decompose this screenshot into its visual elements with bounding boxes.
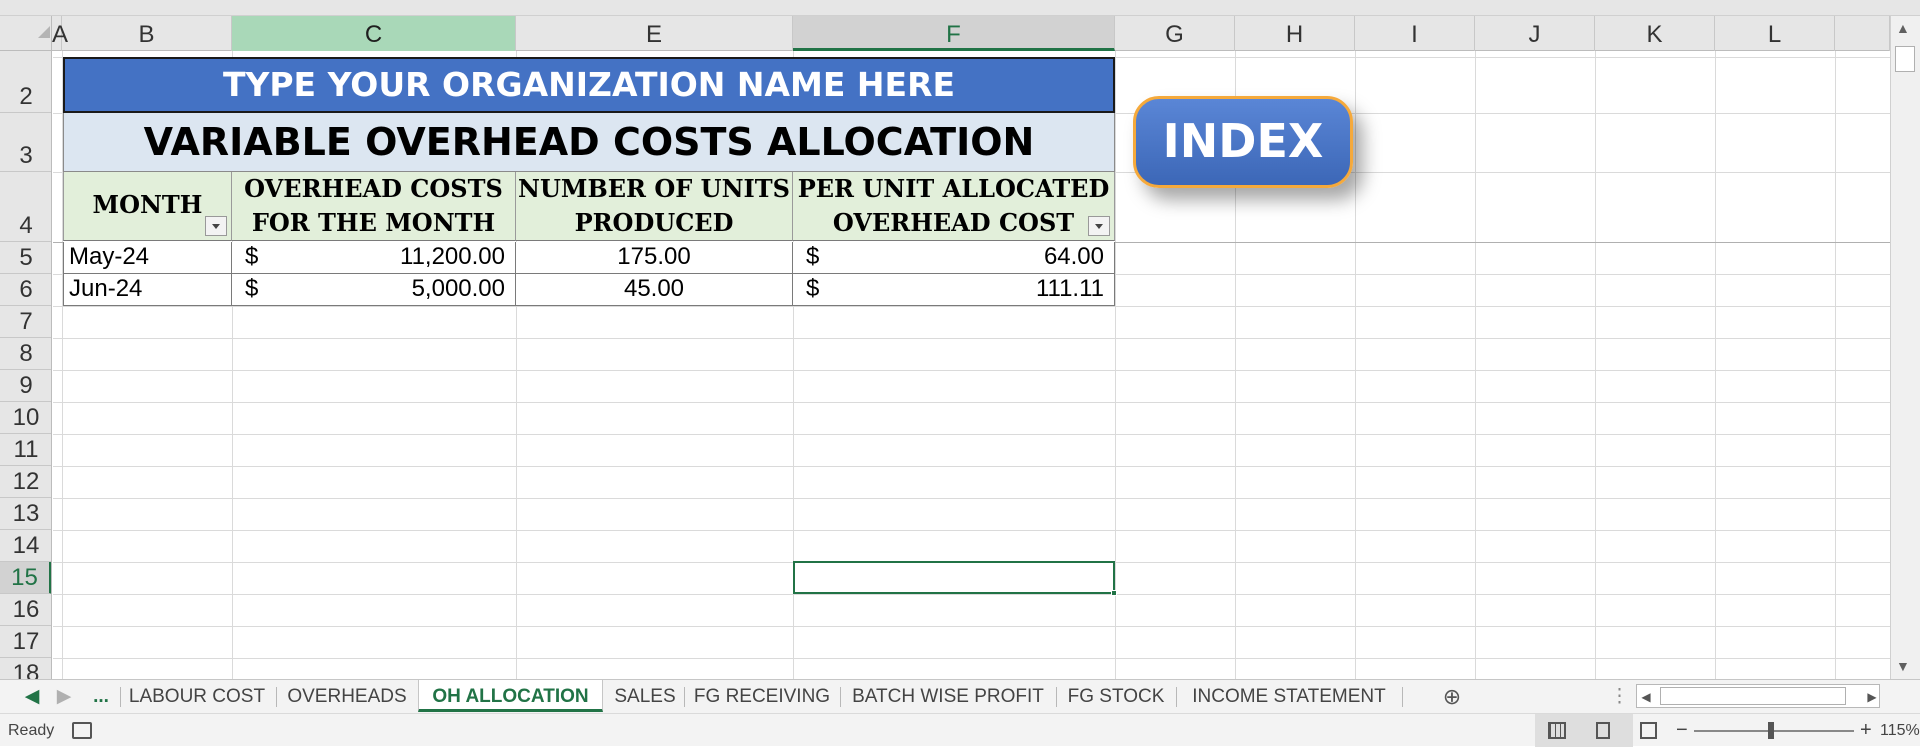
row-header-7[interactable]: 7 <box>0 306 51 338</box>
tab-overheads[interactable]: OVERHEADS <box>278 680 416 712</box>
column-header-j[interactable]: J <box>1475 16 1595 51</box>
tab-split-handle-icon[interactable]: ⋮ <box>1610 680 1629 712</box>
header-units-line2: PRODUCED <box>574 208 734 237</box>
row-header-4[interactable]: 4 <box>0 172 51 242</box>
column-header-g[interactable]: G <box>1115 16 1235 51</box>
zoom-out-icon[interactable]: − <box>1676 714 1688 747</box>
header-month-label: MONTH <box>92 190 203 219</box>
header-month[interactable]: MONTH <box>63 172 232 241</box>
row-header-15[interactable]: 15 <box>0 562 51 594</box>
tab-more-sheets[interactable]: ... <box>86 680 116 712</box>
row-header-8[interactable]: 8 <box>0 338 51 370</box>
row-header-3[interactable]: 3 <box>0 113 51 172</box>
column-header-a[interactable]: A <box>52 16 68 51</box>
active-cell-f15[interactable] <box>793 561 1115 594</box>
macro-record-icon[interactable] <box>72 722 92 739</box>
filter-dropdown-icon[interactable] <box>205 216 227 236</box>
select-all-triangle-icon <box>38 26 50 38</box>
tab-labour-cost[interactable]: LABOUR COST <box>122 680 272 712</box>
header-units-line1: NUMBER OF UNITS <box>518 174 790 203</box>
page-break-preview-icon[interactable] <box>1640 722 1657 739</box>
filter-dropdown-icon[interactable] <box>1088 216 1110 236</box>
column-header-l[interactable]: L <box>1715 16 1835 51</box>
report-title[interactable]: VARIABLE OVERHEAD COSTS ALLOCATION <box>63 113 1115 172</box>
status-bar: Ready − + 115% <box>0 713 1920 747</box>
zoom-slider-track[interactable] <box>1694 730 1854 732</box>
row-header-9[interactable]: 9 <box>0 370 51 402</box>
row-header-16[interactable]: 16 <box>0 594 51 626</box>
row-header-6[interactable]: 6 <box>0 274 51 306</box>
column-header-k[interactable]: K <box>1595 16 1715 51</box>
column-header-e[interactable]: E <box>516 16 793 51</box>
add-sheet-icon[interactable]: ⊕ <box>1436 680 1468 712</box>
index-button[interactable]: INDEX <box>1133 96 1353 188</box>
ribbon-edge <box>0 0 1920 16</box>
tab-fg-stock[interactable]: FG STOCK <box>1058 680 1174 712</box>
row-header-2[interactable]: 2 <box>0 57 51 113</box>
status-mode: Ready <box>8 722 55 739</box>
tab-scroll-right-icon[interactable]: ▶ <box>52 680 76 712</box>
header-units-produced[interactable]: NUMBER OF UNITS PRODUCED <box>516 172 793 241</box>
currency-symbol: $ <box>245 243 259 270</box>
normal-view-icon[interactable] <box>1548 722 1566 739</box>
page-layout-view-icon[interactable] <box>1596 722 1610 739</box>
sheet-tab-bar: ◀ ▶ ... LABOUR COST OVERHEADS OH ALLOCAT… <box>0 679 1920 713</box>
currency-symbol: $ <box>245 275 259 302</box>
cell-units-produced[interactable]: 175.00 <box>516 242 793 274</box>
row-header-17[interactable]: 17 <box>0 626 51 658</box>
cell-per-unit-cost[interactable]: $ 64.00 <box>793 242 1115 274</box>
cell-overhead-cost[interactable]: $ 5,000.00 <box>232 274 516 306</box>
row-header-18[interactable]: 18 <box>0 658 51 679</box>
cell-overhead-cost[interactable]: $ 11,200.00 <box>232 242 516 274</box>
row-header-13[interactable]: 13 <box>0 498 51 530</box>
overhead-cost-value: 5,000.00 <box>411 275 505 302</box>
header-per-unit-cost[interactable]: PER UNIT ALLOCATED OVERHEAD COST <box>793 172 1115 241</box>
row-header-bar: 2 3 4 5 6 7 8 9 10 11 12 13 14 15 16 17 … <box>0 51 52 679</box>
currency-symbol: $ <box>806 275 820 302</box>
hscroll-right-icon[interactable]: ▶ <box>1862 680 1882 712</box>
cell-month[interactable]: Jun-24 <box>63 274 232 306</box>
header-overhead-line1: OVERHEAD COSTS <box>244 174 503 203</box>
header-per-unit-line2: OVERHEAD COST <box>832 208 1075 237</box>
tab-sales[interactable]: SALES <box>606 680 684 712</box>
tab-fg-receiving[interactable]: FG RECEIVING <box>686 680 838 712</box>
header-overhead-costs[interactable]: OVERHEAD COSTS FOR THE MONTH <box>232 172 516 241</box>
hscroll-left-icon[interactable]: ◀ <box>1636 680 1656 712</box>
row-header-12[interactable]: 12 <box>0 466 51 498</box>
row-header-11[interactable]: 11 <box>0 434 51 466</box>
currency-symbol: $ <box>806 243 820 270</box>
organization-title[interactable]: TYPE YOUR ORGANIZATION NAME HERE <box>63 57 1115 113</box>
tab-oh-allocation[interactable]: OH ALLOCATION <box>418 680 603 712</box>
column-header-m[interactable]: M <box>1835 16 1890 51</box>
cell-units-produced[interactable]: 45.00 <box>516 274 793 306</box>
scroll-up-icon[interactable]: ▲ <box>1896 20 1910 36</box>
per-unit-cost-value: 111.11 <box>1035 275 1104 302</box>
row-header-10[interactable]: 10 <box>0 402 51 434</box>
column-header-h[interactable]: H <box>1235 16 1355 51</box>
vertical-scroll-thumb[interactable] <box>1895 46 1915 72</box>
column-header-i[interactable]: I <box>1355 16 1475 51</box>
cell-month[interactable]: May-24 <box>63 242 232 274</box>
column-header-bar: A B C E F G H I J K L M <box>0 16 1890 51</box>
row-header-5[interactable]: 5 <box>0 242 51 274</box>
horizontal-scroll-thumb[interactable] <box>1660 687 1846 705</box>
scroll-down-icon[interactable]: ▼ <box>1896 658 1910 674</box>
vertical-scrollbar[interactable] <box>1890 16 1920 679</box>
row-header-14[interactable]: 14 <box>0 530 51 562</box>
column-header-f[interactable]: F <box>793 16 1115 51</box>
tab-income-statement[interactable]: INCOME STATEMENT <box>1178 680 1400 712</box>
tab-batch-wise-profit[interactable]: BATCH WISE PROFIT <box>842 680 1054 712</box>
per-unit-cost-value: 64.00 <box>1043 243 1104 270</box>
cell-per-unit-cost[interactable]: $ 111.11 <box>793 274 1115 306</box>
tab-scroll-left-icon[interactable]: ◀ <box>20 680 44 712</box>
zoom-level[interactable]: 115% <box>1880 714 1920 747</box>
overhead-cost-value: 11,200.00 <box>400 243 505 270</box>
header-overhead-line2: FOR THE MONTH <box>251 208 496 237</box>
zoom-in-icon[interactable]: + <box>1860 714 1872 747</box>
column-header-b[interactable]: B <box>62 16 232 51</box>
fill-handle[interactable] <box>1111 590 1117 596</box>
header-per-unit-line1: PER UNIT ALLOCATED <box>797 174 1110 203</box>
column-header-c[interactable]: C <box>232 16 516 51</box>
zoom-slider-thumb[interactable] <box>1768 722 1774 739</box>
